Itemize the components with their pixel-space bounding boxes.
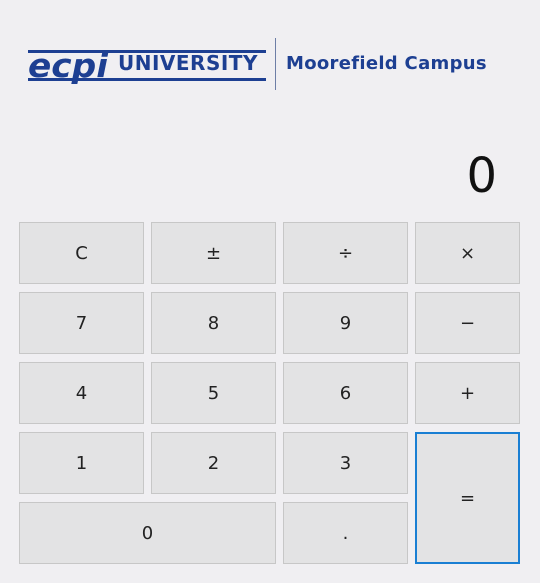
plus-minus-button[interactable]: ± bbox=[151, 222, 276, 284]
multiply-button[interactable]: × bbox=[415, 222, 520, 284]
logo-ecpi-text: ecpi bbox=[28, 46, 109, 85]
calculator-display: 0 bbox=[466, 148, 497, 204]
minus-button[interactable]: − bbox=[415, 292, 520, 354]
digit-6-button[interactable]: 6 bbox=[283, 362, 408, 424]
digit-0-button[interactable]: 0 bbox=[19, 502, 276, 564]
digit-8-button[interactable]: 8 bbox=[151, 292, 276, 354]
divide-button[interactable]: ÷ bbox=[283, 222, 408, 284]
logo-university-text: UNIVERSITY bbox=[118, 51, 258, 75]
decimal-button[interactable]: . bbox=[283, 502, 408, 564]
campus-name: Moorefield Campus bbox=[286, 53, 487, 74]
digit-1-button[interactable]: 1 bbox=[19, 432, 144, 494]
ecpi-university-logo: ecpi UNIVERSITY bbox=[28, 46, 266, 86]
digit-2-button[interactable]: 2 bbox=[151, 432, 276, 494]
app-header: ecpi UNIVERSITY Moorefield Campus bbox=[28, 38, 508, 92]
digit-4-button[interactable]: 4 bbox=[19, 362, 144, 424]
header-divider bbox=[275, 38, 276, 90]
clear-button[interactable]: C bbox=[19, 222, 144, 284]
digit-9-button[interactable]: 9 bbox=[283, 292, 408, 354]
digit-7-button[interactable]: 7 bbox=[19, 292, 144, 354]
digit-3-button[interactable]: 3 bbox=[283, 432, 408, 494]
digit-5-button[interactable]: 5 bbox=[151, 362, 276, 424]
equals-button[interactable]: = bbox=[415, 432, 520, 564]
plus-button[interactable]: + bbox=[415, 362, 520, 424]
